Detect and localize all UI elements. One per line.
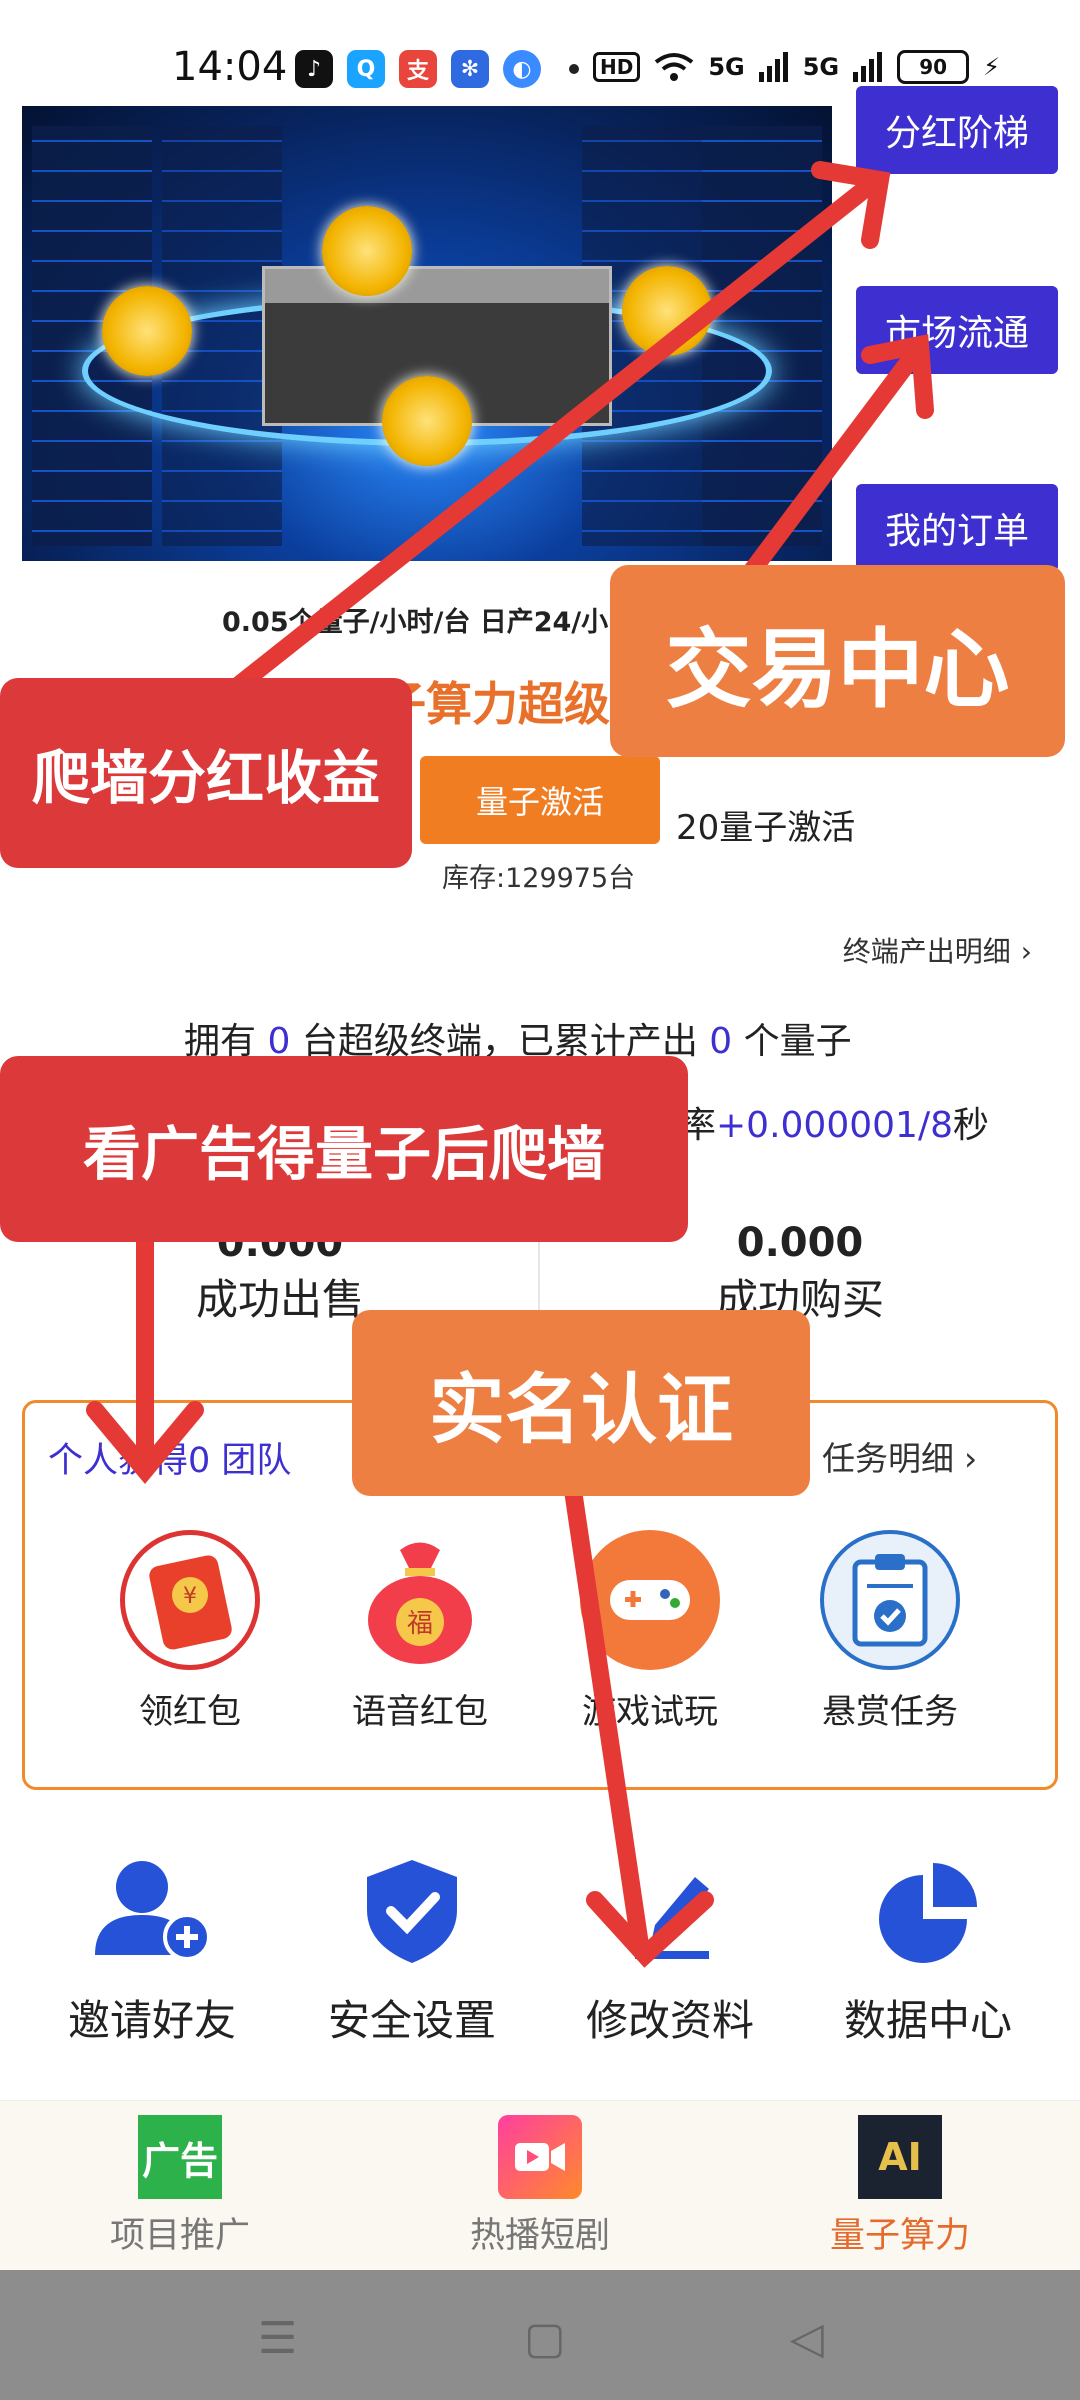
produced-count: 0 — [709, 1021, 733, 1062]
clock: 14:04 — [172, 44, 288, 90]
chevron-right-icon: › — [964, 1439, 978, 1478]
task-detail-label: 任务明细 — [822, 1439, 954, 1478]
annotation-wall-dividend: 爬墙分红收益 — [0, 678, 412, 868]
task-detail-link[interactable]: 任务明细 › — [822, 1432, 977, 1480]
task-game-trial[interactable]: 游戏试玩 — [560, 1530, 740, 1733]
annotation-real-name: 实名认证 — [352, 1310, 810, 1496]
speed-value: +0.000001/8 — [716, 1105, 953, 1146]
svg-text:福: 福 — [407, 1609, 433, 1639]
detail-link-label: 终端产出明细 — [842, 935, 1011, 968]
stock-count: 库存:129975台 — [442, 863, 636, 894]
annotation-watch-ads: 看广告得量子后爬墙 — [0, 1056, 688, 1242]
bought-value: 0.000 — [736, 1220, 864, 1266]
tab-project-promotion[interactable]: 广告 项目推广 — [60, 2115, 300, 2258]
task-voice-red-envelope[interactable]: 福 语音红包 — [330, 1530, 510, 1733]
product-banner[interactable] — [22, 106, 832, 561]
tab-hot-dramas[interactable]: 热播短剧 — [420, 2115, 660, 2258]
charging-icon: ⚡ — [983, 53, 1000, 81]
task-label: 悬赏任务 — [822, 1692, 958, 1732]
task-label: 游戏试玩 — [582, 1692, 718, 1732]
output-rate: 0.05个量子/小时/台 日产24/小 — [222, 607, 609, 638]
speed-suffix: 秒 — [953, 1105, 990, 1146]
my-orders-button[interactable]: 我的订单 — [856, 484, 1058, 572]
chevron-right-icon: › — [1020, 935, 1032, 968]
security-settings-button[interactable]: 安全设置 — [292, 1855, 532, 2048]
market-button[interactable]: 市场流通 — [856, 286, 1058, 374]
quick-action-label: 修改资料 — [585, 1996, 754, 2045]
production-speed: 率+0.000001/8秒 — [680, 1096, 989, 1148]
task-label: 领红包 — [139, 1692, 241, 1732]
task-label: 语音红包 — [352, 1692, 488, 1732]
baidu-icon: ✻ — [451, 50, 489, 88]
edit-icon — [635, 1877, 709, 1959]
tiktok-icon: ♪ — [295, 50, 333, 88]
activate-cost: 20量子激活 — [676, 808, 856, 848]
qq-icon: Q — [347, 50, 385, 88]
lucky-bag-icon: 福 — [350, 1530, 490, 1670]
tab-label: 热播短剧 — [469, 2216, 610, 2256]
coin-icon — [622, 266, 712, 356]
shield-icon — [367, 1860, 457, 1963]
annotation-trade-center: 交易中心 — [610, 565, 1065, 757]
notification-icons: ♪ Q 支 ✻ ◐ — [295, 50, 579, 88]
tab-quantum-computing[interactable]: AI 量子算力 — [780, 2115, 1020, 2258]
system-indicators: HD 5G 5G 90 ⚡ — [592, 50, 1000, 84]
battery-indicator: 90 — [897, 50, 970, 84]
pie-chart-icon — [879, 1863, 977, 1963]
red-envelope-icon: ¥ — [120, 1530, 260, 1670]
alipay-icon: 支 — [399, 50, 437, 88]
quick-action-label: 数据中心 — [843, 1996, 1012, 2045]
hd-badge: HD — [592, 52, 641, 82]
invite-friends-button[interactable]: 邀请好友 — [32, 1855, 272, 2048]
tab-label: 量子算力 — [829, 2216, 970, 2256]
quick-action-label: 安全设置 — [327, 1996, 496, 2045]
terminal-output-detail-link[interactable]: 终端产出明细 › — [843, 930, 1032, 970]
quick-action-label: 邀请好友 — [67, 1996, 236, 2045]
network-5g-1: 5G — [708, 53, 745, 81]
clipboard-icon — [820, 1530, 960, 1670]
back-icon[interactable]: ◁ — [790, 2313, 824, 2364]
activate-button[interactable]: 量子激活 — [420, 756, 660, 844]
add-user-icon — [95, 1861, 211, 1961]
coin-icon — [322, 206, 412, 296]
more-notifications-dot — [569, 64, 579, 74]
gamepad-icon — [580, 1530, 720, 1670]
wifi-icon — [655, 53, 694, 81]
svg-text:¥: ¥ — [183, 1584, 197, 1609]
signal-icon — [758, 52, 788, 82]
signal-icon — [853, 52, 883, 82]
data-center-button[interactable]: 数据中心 — [808, 1855, 1048, 2048]
video-icon — [498, 2115, 582, 2199]
tab-label: 项目推广 — [109, 2216, 250, 2256]
edit-profile-button[interactable]: 修改资料 — [550, 1855, 790, 2048]
dividend-ladder-button[interactable]: 分红阶梯 — [856, 86, 1058, 174]
ownership-suffix: 个量子 — [743, 1021, 852, 1062]
home-icon[interactable]: ▢ — [524, 2313, 566, 2364]
ai-chip-icon: AI — [858, 2115, 942, 2199]
coin-icon — [102, 286, 192, 376]
network-5g-2: 5G — [802, 53, 840, 81]
coin-icon — [382, 376, 472, 466]
product-title: 子算力超级 — [380, 677, 610, 731]
task-red-envelope[interactable]: ¥ 领红包 — [100, 1530, 280, 1733]
task-earnings-summary: 个人获得0 团队 — [48, 1441, 292, 1481]
promo-icon: 广告 — [138, 2115, 222, 2199]
menu-icon[interactable]: ☰ — [258, 2313, 297, 2364]
browser-icon: ◐ — [503, 50, 541, 88]
task-bounty[interactable]: 悬赏任务 — [800, 1530, 980, 1733]
